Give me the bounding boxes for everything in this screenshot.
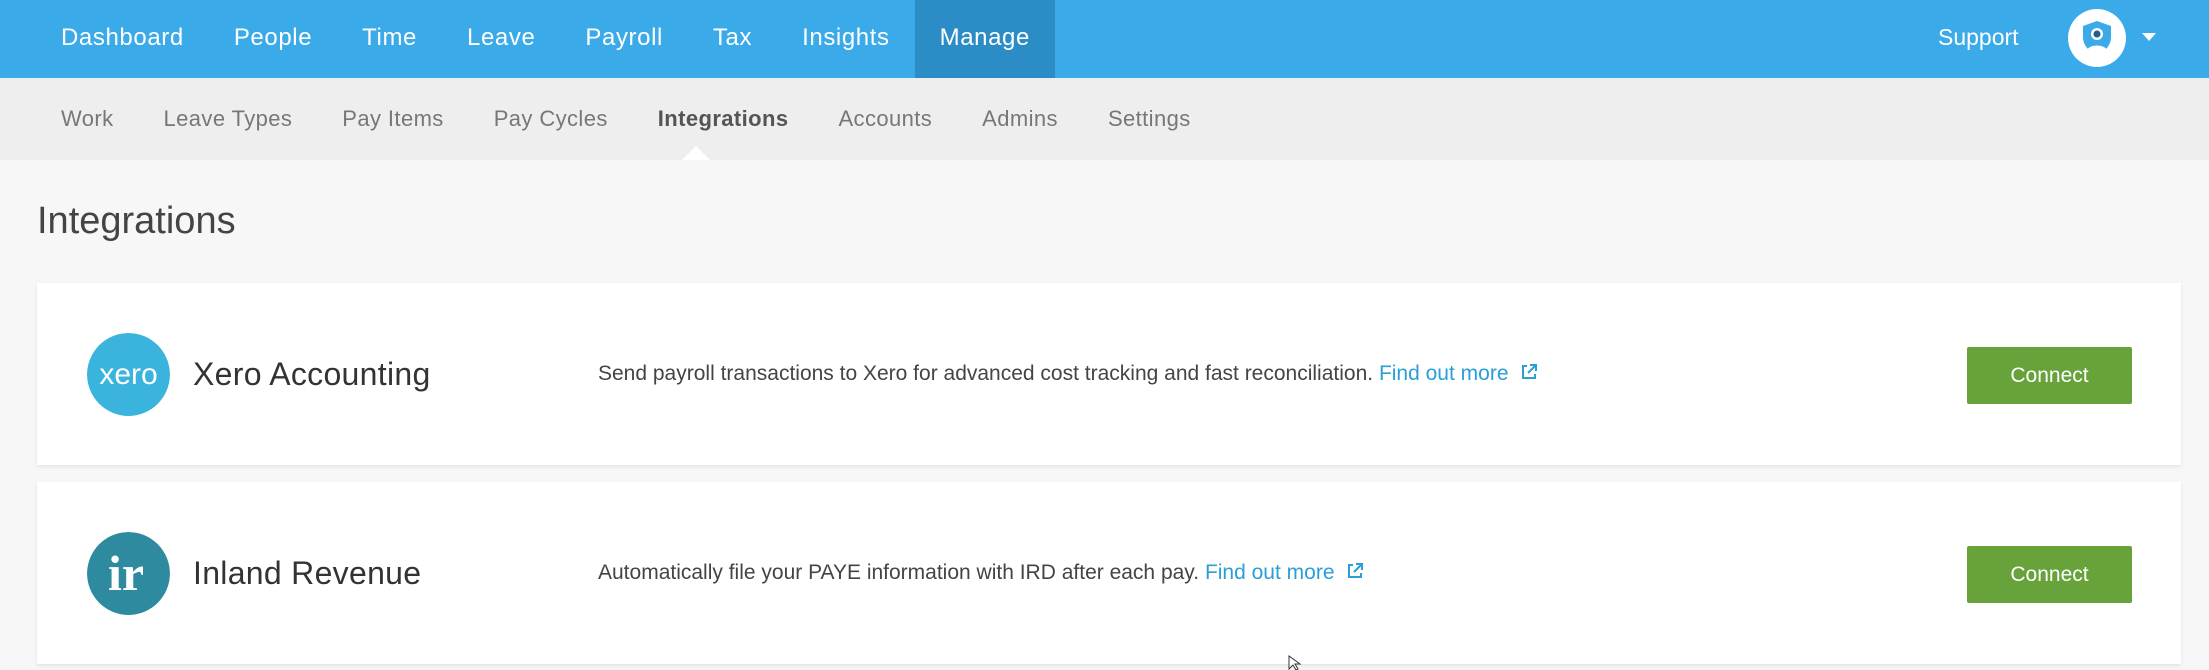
- page-title: Integrations: [37, 200, 236, 242]
- integration-name: Inland Revenue: [193, 555, 422, 591]
- subnav-item-pay-items[interactable]: Pay Items: [317, 78, 468, 160]
- support-link[interactable]: Support: [1938, 0, 2019, 78]
- integration-description: Send payroll transactions to Xero for ad…: [598, 283, 1537, 465]
- subnav-item-pay-cycles[interactable]: Pay Cycles: [469, 78, 633, 160]
- integration-card-inland-revenue: ir Inland Revenue Automatically file you…: [37, 482, 2181, 664]
- xero-logo-icon: xero: [87, 333, 170, 416]
- nav-item-insights[interactable]: Insights: [777, 0, 915, 78]
- sub-navigation-bar: Work Leave Types Pay Items Pay Cycles In…: [0, 78, 2209, 160]
- active-tab-pointer: [682, 146, 710, 160]
- mouse-cursor-icon: [1288, 655, 1302, 670]
- description-text: Automatically file your PAYE information…: [598, 561, 1200, 584]
- nav-item-dashboard[interactable]: Dashboard: [36, 0, 209, 78]
- main-content: Integrations xero Xero Accounting Send p…: [0, 160, 2209, 670]
- user-avatar-button[interactable]: [2068, 9, 2126, 67]
- external-link-icon[interactable]: [1521, 364, 1537, 380]
- find-out-more-link[interactable]: Find out more: [1205, 561, 1335, 584]
- integration-description: Automatically file your PAYE information…: [598, 482, 1363, 664]
- subnav-item-admins[interactable]: Admins: [957, 78, 1083, 160]
- integration-name: Xero Accounting: [193, 356, 431, 392]
- description-text: Send payroll transactions to Xero for ad…: [598, 362, 1374, 385]
- nav-item-payroll[interactable]: Payroll: [560, 0, 688, 78]
- user-shield-icon: [2083, 21, 2111, 55]
- subnav-item-accounts[interactable]: Accounts: [813, 78, 957, 160]
- integration-card-xero: xero Xero Accounting Send payroll transa…: [37, 283, 2181, 465]
- caret-down-icon[interactable]: [2142, 33, 2156, 41]
- nav-item-manage[interactable]: Manage: [914, 0, 1055, 78]
- external-link-icon[interactable]: [1347, 563, 1363, 579]
- subnav-item-work[interactable]: Work: [36, 78, 139, 160]
- top-navigation-bar: Dashboard People Time Leave Payroll Tax …: [0, 0, 2209, 78]
- ird-logo-icon: ir: [87, 532, 170, 615]
- nav-item-people[interactable]: People: [209, 0, 337, 78]
- subnav-item-integrations[interactable]: Integrations: [633, 78, 814, 160]
- manage-subnav: Work Leave Types Pay Items Pay Cycles In…: [36, 78, 1216, 160]
- connect-button[interactable]: Connect: [1967, 347, 2132, 404]
- svg-text:ir: ir: [108, 545, 144, 601]
- connect-button[interactable]: Connect: [1967, 546, 2132, 603]
- subnav-item-settings[interactable]: Settings: [1083, 78, 1216, 160]
- svg-text:xero: xero: [99, 358, 157, 391]
- nav-item-tax[interactable]: Tax: [688, 0, 777, 78]
- main-nav: Dashboard People Time Leave Payroll Tax …: [36, 0, 1055, 78]
- subnav-item-leave-types[interactable]: Leave Types: [139, 78, 318, 160]
- nav-item-leave[interactable]: Leave: [442, 0, 560, 78]
- nav-item-time[interactable]: Time: [337, 0, 442, 78]
- find-out-more-link[interactable]: Find out more: [1379, 362, 1509, 385]
